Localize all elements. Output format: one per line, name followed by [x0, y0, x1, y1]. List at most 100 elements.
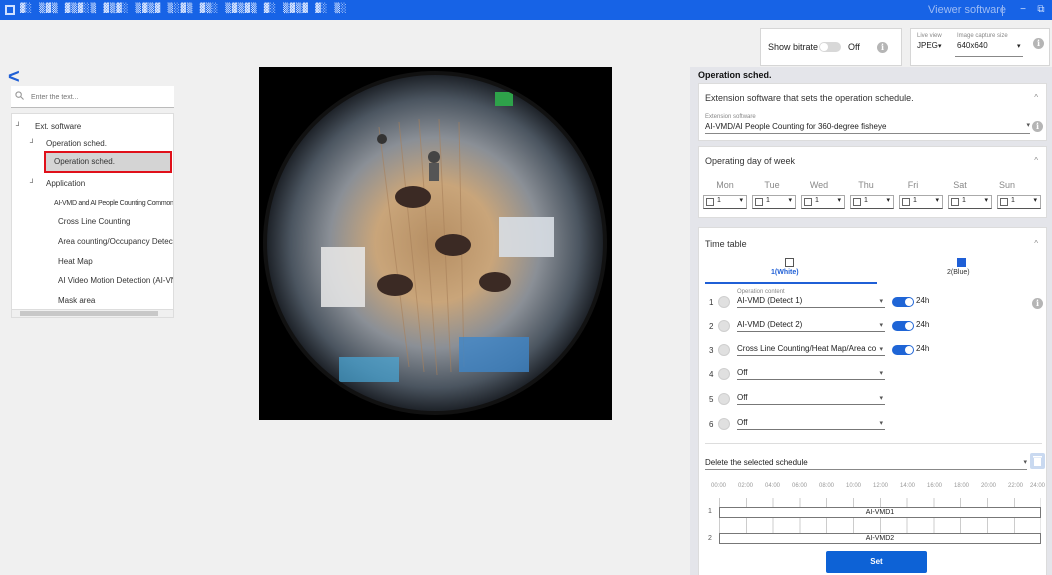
tree-horizontal-scrollbar[interactable]	[12, 309, 173, 317]
time-tick: 24:00	[1030, 483, 1046, 489]
operation-content-select[interactable]: Off ▾	[737, 391, 885, 405]
day-checkbox[interactable]	[804, 198, 812, 206]
tree-item-ai-video-motion[interactable]: AI Video Motion Detection (AI-VN	[58, 274, 173, 288]
day-select-sun[interactable]: 1 ▾	[997, 195, 1041, 209]
row-select-radio[interactable]	[718, 368, 730, 380]
minimize-button[interactable]: −	[1016, 3, 1030, 17]
day-select-mon[interactable]: 1 ▾	[703, 195, 747, 209]
search-input[interactable]	[31, 90, 169, 104]
row-select-radio[interactable]	[718, 418, 730, 430]
row-toggle[interactable]	[892, 297, 914, 307]
day-name: Thu	[858, 180, 874, 190]
row-number: 6	[709, 420, 714, 429]
titlebar-divider	[1002, 5, 1003, 16]
row-select-radio[interactable]	[718, 344, 730, 356]
day-select-tue[interactable]: 1 ▾	[752, 195, 796, 209]
camera-live-view[interactable]	[259, 67, 612, 420]
tree-item-cross-line-counting[interactable]: Cross Line Counting	[58, 215, 130, 229]
extension-software-select[interactable]: AI-VMD/AI People Counting for 360-degree…	[705, 121, 1030, 134]
day-select-sat[interactable]: 1 ▾	[948, 195, 992, 209]
chevron-down-icon: ▾	[879, 298, 883, 305]
time-tick: 08:00	[819, 483, 835, 489]
tab-blue[interactable]: 2(Blue)	[877, 258, 1047, 284]
row-select-radio[interactable]	[718, 393, 730, 405]
tab-blue-label: 2(Blue)	[947, 269, 970, 276]
capture-size-select[interactable]: 640x640	[957, 41, 988, 50]
tab-white-label: 1(White)	[771, 269, 799, 276]
operation-content-select[interactable]: AI-VMD (Detect 2) ▾	[737, 318, 885, 332]
tree-item-mask-area[interactable]: Mask area	[58, 294, 95, 308]
tree-item-heat-map[interactable]: Heat Map	[58, 255, 93, 269]
day-name: Wed	[809, 180, 829, 190]
timeline-bar-label: AI-VMD2	[865, 535, 895, 542]
day-name: Tue	[764, 180, 780, 190]
tree-item-ext-software[interactable]: Ext. software	[35, 120, 81, 134]
day-checkbox[interactable]	[755, 198, 763, 206]
timetable-info-icon[interactable]: i	[1032, 298, 1043, 309]
row-number: 5	[709, 395, 714, 404]
chevron-down-icon: ▾	[879, 346, 883, 353]
extension-card-header: Extension software that sets the operati…	[705, 93, 914, 103]
liveview-info-icon[interactable]: i	[1033, 38, 1044, 49]
liveview-select[interactable]: JPEG	[917, 41, 938, 50]
row-number: 2	[709, 322, 714, 331]
chevron-up-icon[interactable]: ^	[1034, 156, 1038, 165]
day-checkbox[interactable]	[706, 198, 714, 206]
panel-title: Operation sched.	[698, 70, 772, 80]
tree-item-operation-sched-selected[interactable]: Operation sched.	[44, 151, 172, 173]
scrollbar-thumb[interactable]	[20, 311, 158, 316]
delete-schedule-select[interactable]: Delete the selected schedule ▾	[705, 456, 1027, 470]
day-select-thu[interactable]: 1 ▾	[850, 195, 894, 209]
day-checkbox[interactable]	[853, 198, 861, 206]
time-tick: 18:00	[954, 483, 970, 489]
chevron-down-icon: ▾	[879, 420, 883, 427]
operation-content-select[interactable]: Off ▾	[737, 416, 885, 430]
restore-button[interactable]: ⧉	[1034, 3, 1048, 17]
app-icon	[5, 5, 15, 15]
tree-item-operation-sched-group[interactable]: Operation sched.	[46, 137, 107, 151]
day-select-fri[interactable]: 1 ▾	[899, 195, 943, 209]
title-bar: ▓░ ▒▓▒ ▓▒▓░▒ ▓▒▓░ ▒▓▒▓ ▒░▓▒ ▓▒░ ▒▓▒▓▒ ▓░…	[0, 0, 1052, 20]
capture-size-caret: ▾	[1017, 43, 1021, 50]
set-button[interactable]: Set	[826, 551, 927, 573]
tree-toggle-icon[interactable]: ┘	[30, 177, 35, 191]
time-tick: 04:00	[765, 483, 781, 489]
trash-icon[interactable]	[1030, 453, 1045, 469]
day-checkbox[interactable]	[951, 198, 959, 206]
day-checkbox[interactable]	[902, 198, 910, 206]
tree-item-application[interactable]: Application	[46, 177, 85, 191]
delete-schedule-label: Delete the selected schedule	[705, 458, 808, 467]
day-checkbox[interactable]	[1000, 198, 1008, 206]
timeline-bar[interactable]: AI-VMD2	[719, 533, 1041, 544]
chevron-down-icon: ▾	[879, 322, 883, 329]
chevron-up-icon[interactable]: ^	[1034, 93, 1038, 102]
tree-toggle-icon[interactable]: ┘	[30, 137, 35, 151]
row-select-radio[interactable]	[718, 296, 730, 308]
operation-content-select[interactable]: AI-VMD (Detect 1) ▾	[737, 294, 885, 308]
tab-white[interactable]: 1(White)	[705, 258, 877, 284]
day-select-wed[interactable]: 1 ▾	[801, 195, 845, 209]
chevron-down-icon: ▾	[879, 395, 883, 402]
chevron-down-icon: ▾	[886, 197, 890, 204]
row-hours: 24h	[916, 320, 930, 329]
bitrate-box: Show bitrate Off i	[760, 28, 902, 66]
row-select-radio[interactable]	[718, 320, 730, 332]
bitrate-info-icon[interactable]: i	[877, 42, 888, 53]
tree-toggle-icon[interactable]: ┘	[16, 120, 21, 134]
chevron-up-icon[interactable]: ^	[1034, 239, 1038, 248]
row-toggle[interactable]	[892, 345, 914, 355]
white-swatch	[785, 258, 794, 267]
timeline-row-number: 1	[708, 508, 712, 515]
tree-item-ai-vmd-common[interactable]: AI-VMD and AI People Counting Common	[54, 197, 173, 211]
operation-content-select[interactable]: Cross Line Counting/Heat Map/Area co ▾	[737, 342, 885, 356]
chevron-down-icon: ▾	[788, 197, 792, 204]
row-toggle[interactable]	[892, 321, 914, 331]
chevron-down-icon: ▾	[1033, 197, 1037, 204]
time-tick: 20:00	[981, 483, 997, 489]
window-title: ▓░ ▒▓▒ ▓▒▓░▒ ▓▒▓░ ▒▓▒▓ ▒░▓▒ ▓▒░ ▒▓▒▓▒ ▓░…	[20, 4, 348, 14]
timeline-bar[interactable]: AI-VMD1	[719, 507, 1041, 518]
operation-content-select[interactable]: Off ▾	[737, 366, 885, 380]
tree-item-area-counting[interactable]: Area counting/Occupancy Detecti	[58, 235, 173, 249]
extension-info-icon[interactable]: i	[1032, 121, 1043, 132]
bitrate-toggle[interactable]	[819, 42, 841, 52]
